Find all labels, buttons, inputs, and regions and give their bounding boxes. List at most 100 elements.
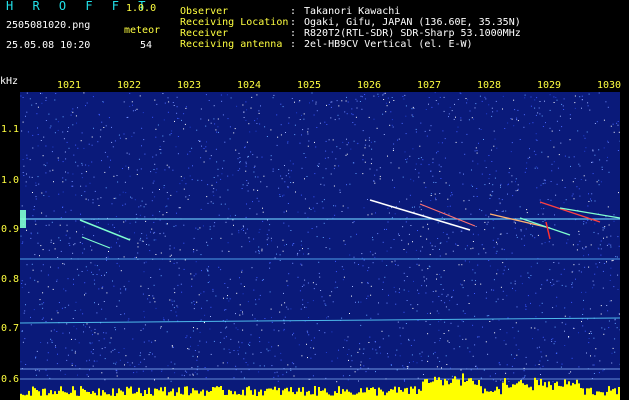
noise-pixel — [200, 292, 202, 294]
noise-pixel — [220, 237, 222, 239]
noise-pixel — [563, 98, 565, 100]
baseline-bar — [318, 387, 320, 400]
noise-pixel — [551, 285, 553, 287]
noise-pixel — [360, 95, 362, 97]
noise-pixel — [167, 319, 169, 321]
noise-pixel — [478, 336, 480, 338]
noise-pixel — [485, 98, 487, 100]
noise-pixel — [315, 101, 317, 103]
noise-pixel — [110, 351, 112, 353]
noise-pixel — [508, 183, 509, 185]
noise-pixel — [613, 220, 615, 222]
noise-pixel — [395, 206, 397, 207]
noise-pixel — [517, 330, 519, 332]
noise-pixel — [217, 126, 219, 128]
noise-pixel — [196, 359, 198, 361]
noise-pixel — [603, 237, 604, 239]
noise-pixel — [502, 95, 504, 97]
noise-pixel — [167, 365, 169, 367]
noise-pixel — [238, 353, 239, 355]
noise-pixel — [50, 125, 52, 127]
noise-pixel — [160, 152, 162, 154]
noise-pixel — [24, 283, 26, 285]
noise-pixel — [608, 327, 610, 329]
noise-pixel — [256, 123, 258, 124]
noise-pixel — [426, 135, 428, 137]
noise-pixel — [208, 274, 210, 276]
noise-pixel — [426, 278, 428, 280]
noise-pixel — [520, 275, 522, 277]
noise-pixel — [419, 145, 421, 147]
noise-pixel — [156, 103, 158, 105]
noise-pixel — [477, 234, 479, 236]
noise-pixel — [349, 254, 351, 256]
noise-pixel — [514, 109, 516, 111]
baseline-bar — [508, 387, 510, 400]
baseline-bar — [52, 394, 54, 400]
baseline-bar — [174, 395, 176, 400]
noise-pixel — [258, 251, 260, 252]
noise-pixel — [382, 338, 384, 340]
noise-pixel — [307, 357, 308, 359]
noise-pixel — [457, 325, 459, 327]
noise-pixel — [229, 138, 231, 140]
noise-pixel — [368, 145, 370, 147]
noise-pixel — [381, 330, 383, 332]
noise-pixel — [513, 337, 515, 339]
noise-pixel — [133, 132, 135, 134]
noise-pixel — [456, 131, 458, 133]
baseline-bar — [580, 388, 582, 400]
noise-pixel — [489, 265, 491, 267]
noise-pixel — [179, 249, 181, 251]
noise-pixel — [57, 267, 59, 269]
noise-pixel — [79, 241, 81, 243]
noise-pixel — [447, 198, 449, 200]
noise-pixel — [129, 92, 131, 94]
baseline-bar — [376, 395, 378, 400]
noise-pixel — [128, 168, 130, 170]
noise-pixel — [561, 126, 563, 128]
baseline-bar — [156, 388, 158, 400]
noise-pixel — [325, 352, 327, 353]
noise-pixel — [614, 338, 616, 340]
noise-pixel — [552, 244, 554, 246]
noise-pixel — [610, 274, 612, 276]
noise-pixel — [527, 272, 529, 274]
noise-pixel — [354, 371, 356, 373]
noise-pixel — [489, 194, 491, 196]
noise-pixel — [139, 214, 141, 216]
baseline-bar — [212, 387, 214, 400]
baseline-bar — [588, 388, 590, 400]
noise-pixel — [287, 364, 289, 366]
noise-pixel — [554, 326, 556, 328]
noise-pixel — [181, 374, 183, 376]
noise-pixel — [360, 367, 362, 369]
baseline-bar — [84, 390, 86, 400]
noise-pixel — [80, 185, 82, 187]
noise-pixel — [542, 365, 544, 367]
noise-pixel — [254, 165, 256, 167]
noise-pixel — [135, 256, 137, 258]
noise-pixel — [554, 341, 556, 343]
baseline-bar — [274, 386, 276, 400]
noise-pixel — [26, 264, 28, 266]
noise-pixel — [436, 152, 437, 154]
baseline-bar — [270, 388, 272, 400]
noise-pixel — [580, 179, 582, 180]
noise-pixel — [575, 278, 576, 280]
baseline-bar — [114, 396, 116, 400]
noise-pixel — [516, 306, 518, 308]
noise-pixel — [523, 114, 525, 116]
noise-pixel — [201, 270, 202, 272]
noise-pixel — [493, 130, 495, 132]
baseline-bar — [524, 384, 526, 400]
noise-pixel — [166, 205, 168, 207]
noise-pixel — [495, 252, 497, 254]
noise-pixel — [165, 223, 167, 225]
noise-pixel — [91, 271, 92, 273]
noise-pixel — [585, 246, 587, 248]
baseline-bar — [552, 389, 554, 400]
noise-pixel — [331, 331, 333, 333]
noise-pixel — [328, 139, 330, 141]
noise-pixel — [393, 148, 394, 150]
